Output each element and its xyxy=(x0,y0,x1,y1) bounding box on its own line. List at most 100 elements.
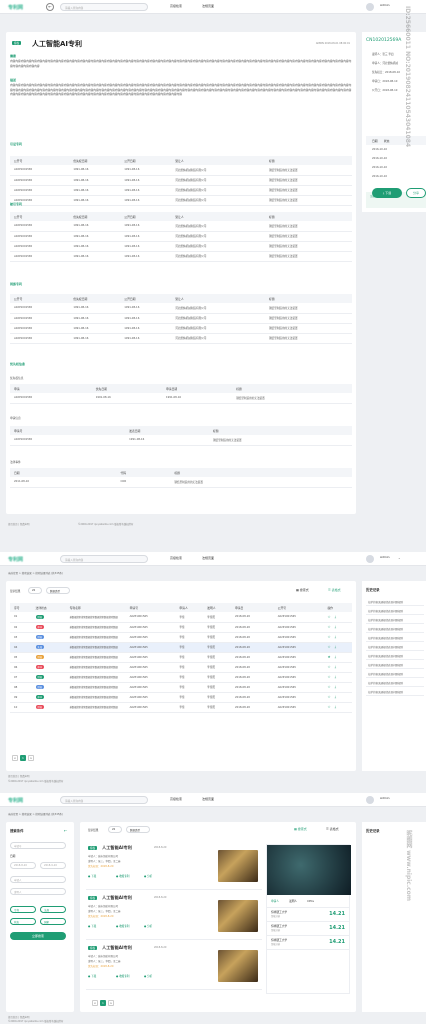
country-filter[interactable]: 国家 xyxy=(40,918,66,925)
date-from-input[interactable]: 2018-8-20 xyxy=(10,862,36,869)
footer-left[interactable]: 首页首页 | 免费声明 xyxy=(8,774,29,778)
patent-name[interactable]: 基数据搜索搜索数据搜索数据搜索数据搜索数据 xyxy=(65,662,126,673)
page-button[interactable]: 1 xyxy=(100,1000,106,1006)
table-row[interactable]: A02P1001565 1991-08-16 1991-08-16 河北蕾纳机械制造有… xyxy=(10,333,352,344)
share-button[interactable]: 分享 xyxy=(406,188,426,198)
table-row[interactable]: 03 授权 基数据搜索搜索数据搜索数据搜索数据搜索数据 A02P1001565 李佳 李佳… xyxy=(10,632,352,643)
table-row[interactable]: 09 审中 基数据搜索搜索数据搜索数据搜索数据搜索数据 A02P1001565 李佳 李佳… xyxy=(10,692,352,703)
preview-tab[interactable]: 发明人 xyxy=(289,899,297,903)
table-row[interactable]: 08 授权 基数据搜索搜索数据搜索数据搜索数据搜索数据 A02P1001565 李佳 李佳… xyxy=(10,682,352,693)
card-title[interactable]: 人工智能AI专利 xyxy=(102,845,132,851)
view-search-tab[interactable]: ▦ 搜索式 xyxy=(294,827,307,831)
card-action[interactable]: ● 分析 xyxy=(144,924,152,928)
table-row[interactable]: A02P1001565 1991-08-16 1991-08-16 河北蕾纳机械制造有… xyxy=(10,175,352,186)
sort-select[interactable]: 数据类型 xyxy=(46,587,70,594)
star-icon[interactable]: ☆ xyxy=(327,625,330,629)
page-button[interactable]: < xyxy=(12,755,18,761)
avatar[interactable] xyxy=(366,3,374,11)
nav-advanced-search[interactable]: 高级检索 xyxy=(170,556,182,560)
table-row[interactable]: 04 失效 基数据搜索搜索数据搜索数据搜索数据搜索数据 A02P1001565 李佳 李佳… xyxy=(10,642,352,653)
star-icon[interactable]: ☆ xyxy=(327,665,330,669)
star-icon[interactable]: ☆ xyxy=(327,635,330,639)
card-action[interactable]: ● 分析 xyxy=(144,874,152,878)
card-title[interactable]: 人工智能AI专利 xyxy=(102,895,132,901)
avatar[interactable] xyxy=(366,555,374,563)
status-filter[interactable]: 状态 xyxy=(10,918,36,925)
history-item[interactable]: 拉萨的客流通规律表现问题规则 xyxy=(366,606,424,615)
nav-advanced-search[interactable]: 高级检索 xyxy=(170,797,182,801)
submit-search-button[interactable]: 立即搜索 xyxy=(10,932,66,940)
table-row[interactable]: 01 授权 基数据搜索搜索数据搜索数据搜索数据搜索数据 A02P1001565 李佳 李佳… xyxy=(10,612,352,623)
star-icon[interactable]: ☆ xyxy=(327,685,330,689)
page-button[interactable]: < xyxy=(92,1000,98,1006)
nav-regulations[interactable]: 法规页面 xyxy=(202,4,214,8)
table-row[interactable]: 06 审中 基数据搜索搜索数据搜索数据搜索数据搜索数据 A02P1001565 李佳 李佳… xyxy=(10,662,352,673)
user-name[interactable]: Admin xyxy=(380,796,390,800)
logo[interactable]: 专利网 xyxy=(8,4,23,11)
table-row[interactable]: 05 授权 基数据搜索搜索数据搜索数据搜索数据搜索数据 A02P1001565 李佳 李佳… xyxy=(10,652,352,663)
collapse-icon[interactable]: ← xyxy=(64,828,67,833)
star-icon[interactable]: ☆ xyxy=(327,615,330,619)
page-button[interactable]: > xyxy=(28,755,34,761)
application-number-input[interactable]: 申请号 xyxy=(10,842,66,849)
download-icon[interactable]: ⤓ xyxy=(335,665,337,669)
inventor-input[interactable]: 发明人 xyxy=(10,888,66,895)
patent-name[interactable]: 基数据搜索搜索数据搜索数据搜索数据搜索数据 xyxy=(65,622,126,633)
avatar[interactable] xyxy=(366,796,374,804)
user-name[interactable]: Admin xyxy=(380,3,390,7)
logo[interactable]: 专利网 xyxy=(8,556,23,563)
history-item[interactable]: 拉萨的客流通规律表现问题规则 xyxy=(366,642,424,651)
patent-name[interactable]: 基数据搜索搜索数据搜索数据搜索数据搜索数据 xyxy=(65,632,126,643)
history-item[interactable]: 拉萨的客流通规律表现问题规则 xyxy=(366,624,424,633)
card-title[interactable]: 人工智能AI专利 xyxy=(102,945,132,951)
table-row[interactable]: A02P1001565 1991-08-16 1991-08-16 河北蕾纳机械制造有… xyxy=(10,231,352,242)
user-name[interactable]: Admin xyxy=(380,555,390,559)
download-icon[interactable]: ⤓ xyxy=(335,675,337,679)
regulation-filter[interactable]: 法规 xyxy=(40,906,66,913)
view-table-tab[interactable]: ☰ 表格式 xyxy=(328,588,341,592)
nav-regulations[interactable]: 法规页面 xyxy=(202,797,214,801)
patent-name[interactable]: 基数据搜索搜索数据搜索数据搜索数据搜索数据 xyxy=(65,682,126,693)
table-row[interactable]: A02P1001565 1991-08-16 1991-08-16 河北蕾纳机械制造有… xyxy=(10,165,352,176)
history-item[interactable]: 拉萨的客流通规律表现问题规则 xyxy=(366,633,424,642)
table-row[interactable]: A02P1001565 1991-08-16 1991-08-16 河北蕾纳机械制造有… xyxy=(10,185,352,196)
patent-name[interactable]: 基数据搜索搜索数据搜索数据搜索数据搜索数据 xyxy=(65,672,126,683)
table-row[interactable]: 02 审中 基数据搜索搜索数据搜索数据搜索数据搜索数据 A02P1001565 李佳 李佳… xyxy=(10,622,352,633)
search-input[interactable]: 请输入查询内容 xyxy=(60,3,148,11)
table-row[interactable]: A02P1001565 1991-08-16 1991-08-16 河北蕾纳机械制造有… xyxy=(10,323,352,334)
table-row[interactable]: A02P1001565 1991-08-16 1991-08-16 钢结型制造用的无法… xyxy=(10,393,352,404)
card-action[interactable]: ● 收藏专利 xyxy=(116,924,129,928)
chevron-down-icon[interactable]: ⌄ xyxy=(398,556,401,560)
history-item[interactable]: 拉萨的客流通规律表现问题规则 xyxy=(366,687,424,696)
history-item[interactable]: 拉萨的客流通规律表现问题规则 xyxy=(366,678,424,687)
table-row[interactable]: A02P1001565 1991-08-16 1991-08-16 河北蕾纳机械制造有… xyxy=(10,241,352,252)
result-card[interactable]: 授权 人工智能AI专利 2018-8-20 申请人：城市领航有限公司 发明人：张三，李四… xyxy=(86,844,262,890)
table-row[interactable]: A02P1001565 1991-08-16 钢结型制造用的无法装置 xyxy=(10,435,352,446)
card-action[interactable]: ● 下载 xyxy=(88,924,96,928)
history-item[interactable]: 拉萨的客流通规律表现问题规则 xyxy=(366,669,424,678)
card-action[interactable]: ● 下载 xyxy=(88,974,96,978)
page-button[interactable]: > xyxy=(108,1000,114,1006)
nav-regulations[interactable]: 法规页面 xyxy=(202,556,214,560)
table-row[interactable]: 10 授权 基数据搜索搜索数据搜索数据搜索数据搜索数据 A02P1001565 李佳 李佳… xyxy=(10,702,352,713)
back-icon[interactable]: ← xyxy=(46,3,54,11)
download-icon[interactable]: ⤓ xyxy=(335,645,337,649)
preview-tab[interactable]: CPCs xyxy=(307,899,314,903)
download-icon[interactable]: ⤓ xyxy=(335,685,337,689)
table-row[interactable]: A02P1001565 1991-08-16 1991-08-16 河北蕾纳机械制造有… xyxy=(10,303,352,314)
preview-tab[interactable]: 申请人 xyxy=(271,899,279,903)
download-button[interactable]: ⤓ 下载 xyxy=(372,188,402,198)
patent-name[interactable]: 基数据搜索搜索数据搜索数据搜索数据搜索数据 xyxy=(65,692,126,703)
table-row[interactable]: 2011-08-10 COR 钢结型制造用的无法装置 xyxy=(10,477,352,488)
star-icon[interactable]: ☆ xyxy=(327,675,330,679)
applicant-input[interactable]: 申请人 xyxy=(10,876,66,883)
star-icon[interactable]: ☆ xyxy=(327,695,330,699)
download-icon[interactable]: ⤓ xyxy=(335,625,337,629)
table-row[interactable]: A02P1001565 1991-08-16 1991-08-16 河北蕾纳机械制造有… xyxy=(10,195,352,206)
patent-name[interactable]: 基数据搜索搜索数据搜索数据搜索数据搜索数据 xyxy=(65,702,126,713)
download-icon[interactable]: ⤓ xyxy=(335,695,337,699)
patent-name[interactable]: 基数据搜索搜索数据搜索数据搜索数据搜索数据 xyxy=(65,612,126,623)
download-icon[interactable]: ⤓ xyxy=(335,615,337,619)
table-row[interactable]: 07 授权 基数据搜索搜索数据搜索数据搜索数据搜索数据 A02P1001565 李佳 李佳… xyxy=(10,672,352,683)
search-input[interactable]: 请输入查询内容 xyxy=(60,555,148,563)
